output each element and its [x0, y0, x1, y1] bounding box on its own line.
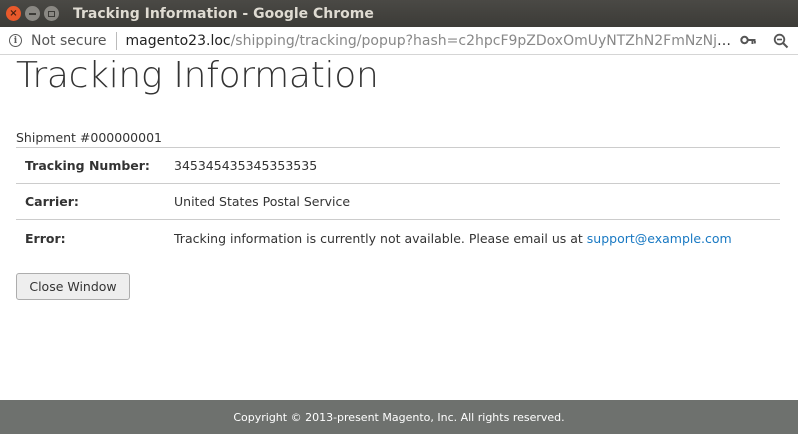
url-field[interactable]: magento23.loc/shipping/tracking/popup?ha… [126, 33, 738, 49]
shipment-label: Shipment #000000001 [16, 130, 162, 145]
security-status[interactable]: Not secure [31, 33, 107, 49]
row-value-carrier: United States Postal Service [174, 194, 351, 209]
footer-copyright: Copyright © 2013-present Magento, Inc. A… [233, 410, 565, 424]
window-titlebar: × Tracking Information - Google Chrome [0, 0, 798, 27]
row-label-carrier: Carrier: [25, 194, 79, 209]
close-icon: × [9, 7, 18, 19]
table-row: Tracking Number: 345345435345353535 [16, 148, 780, 184]
tracking-table: Tracking Number: 345345435345353535 Carr… [16, 147, 780, 256]
address-divider [115, 31, 117, 50]
url-path: /shipping/tracking/popup?hash=c2hpcF9pZD… [230, 32, 738, 49]
url-host: magento23.loc [125, 32, 231, 49]
window-title: Tracking Information - Google Chrome [73, 5, 374, 22]
window-maximize-button[interactable] [44, 6, 59, 21]
table-row: Error: Tracking information is currently… [16, 220, 780, 256]
row-value-tracking-number: 345345435345353535 [174, 158, 318, 173]
maximize-icon [48, 10, 55, 17]
window-minimize-button[interactable] [25, 6, 40, 21]
zoom-out-icon[interactable] [773, 33, 789, 49]
page-title: Tracking Information [16, 55, 379, 96]
footer: Copyright © 2013-present Magento, Inc. A… [0, 400, 798, 434]
row-label-error: Error: [25, 230, 66, 246]
minimize-icon [29, 12, 36, 15]
error-message: Tracking information is currently not av… [174, 230, 587, 246]
window-close-button[interactable]: × [6, 6, 21, 21]
row-label-tracking-number: Tracking Number: [25, 158, 150, 173]
info-icon[interactable]: i [9, 34, 22, 47]
row-value-error: Tracking information is currently not av… [174, 231, 732, 246]
support-email-link[interactable]: support@example.com [587, 231, 732, 246]
key-icon[interactable] [740, 33, 756, 47]
close-window-button[interactable]: Close Window [16, 273, 130, 300]
address-bar: i Not secure magento23.loc/shipping/trac… [0, 27, 798, 55]
table-row: Carrier: United States Postal Service [16, 184, 780, 220]
window-controls: × [6, 6, 63, 21]
